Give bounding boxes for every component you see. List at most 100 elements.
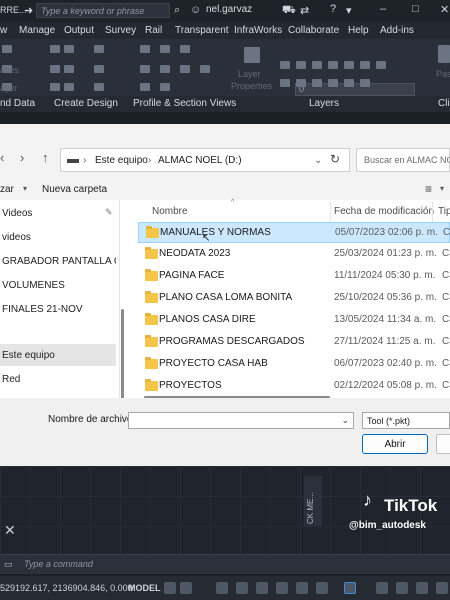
ribbon-tool-icon[interactable] bbox=[344, 79, 354, 87]
menu-item-survey[interactable]: Survey bbox=[105, 25, 136, 36]
cancel-button[interactable] bbox=[436, 434, 450, 454]
open-button[interactable]: Abrir bbox=[362, 434, 428, 454]
transparency-icon[interactable] bbox=[396, 582, 408, 594]
breadcrumb-drive[interactable]: ALMAC NOEL (D:) bbox=[158, 155, 242, 166]
file-row[interactable]: PROYECTOS 02/12/2024 05:08 p. m. Ca bbox=[138, 376, 450, 397]
filetype-select[interactable]: Tool (*.pkt) bbox=[362, 412, 450, 429]
column-header-date[interactable]: Fecha de modificación bbox=[334, 206, 434, 217]
ribbon-tool-icon[interactable] bbox=[50, 45, 60, 53]
pin-icon[interactable]: ✎ bbox=[105, 207, 113, 218]
ribbon-tool-icon[interactable] bbox=[64, 83, 74, 91]
ribbon-tool-icon[interactable] bbox=[140, 65, 150, 73]
close-window-icon[interactable]: ✕ bbox=[440, 3, 449, 16]
ribbon-tool-icon[interactable] bbox=[312, 61, 322, 69]
menu-item-partial[interactable]: w bbox=[0, 25, 7, 36]
ribbon-tool-icon[interactable] bbox=[280, 79, 290, 87]
command-input[interactable]: Type a command bbox=[24, 559, 93, 569]
snap-icon[interactable] bbox=[180, 582, 192, 594]
ribbon-tool-icon[interactable] bbox=[328, 79, 338, 87]
column-header-type[interactable]: Tip bbox=[438, 206, 450, 217]
select-cycle-icon[interactable] bbox=[344, 582, 356, 594]
ribbon-tool-icon[interactable] bbox=[344, 61, 354, 69]
ribbon-tool-icon[interactable] bbox=[360, 79, 370, 87]
layer-properties-icon[interactable] bbox=[244, 47, 260, 63]
sidebar-item-videos[interactable]: Videos ✎ bbox=[0, 202, 116, 224]
menu-item-infraworks[interactable]: InfraWorks bbox=[234, 25, 282, 36]
menu-item-transparent[interactable]: Transparent bbox=[175, 25, 229, 36]
sidebar-item-grabador[interactable]: GRABADOR PANTALLA OBS bbox=[0, 250, 116, 272]
ribbon-tool-icon[interactable] bbox=[64, 65, 74, 73]
osnap-icon[interactable] bbox=[276, 582, 288, 594]
ribbon-tool-icon[interactable] bbox=[64, 45, 74, 53]
help-search-input[interactable]: Type a keyword or phrase bbox=[36, 3, 170, 18]
forward-arrow-icon[interactable]: › bbox=[20, 150, 24, 165]
file-row[interactable]: PROYECTO CASA HAB 06/07/2023 02:40 p. m.… bbox=[138, 354, 450, 375]
column-divider[interactable] bbox=[330, 202, 331, 224]
panel-title-clipboard[interactable]: Cli bbox=[438, 98, 450, 109]
ribbon-tool-icon[interactable] bbox=[200, 65, 210, 73]
arrow-right-icon[interactable]: ➜ bbox=[24, 4, 33, 17]
filename-input[interactable]: ⌄ bbox=[128, 412, 354, 429]
sidebar-scrollbar[interactable] bbox=[121, 309, 124, 399]
sidebar-item-network[interactable]: Red bbox=[0, 368, 116, 390]
sidebar-item-videos-folder[interactable]: videos bbox=[0, 226, 116, 248]
ribbon-tool-icon[interactable] bbox=[94, 65, 104, 73]
ribbon-tool-icon[interactable] bbox=[180, 65, 190, 73]
cart-icon[interactable]: ⛟ bbox=[282, 4, 296, 18]
organize-dropdown-icon[interactable]: ▾ bbox=[23, 184, 27, 193]
ribbon-tool-icon[interactable] bbox=[160, 83, 170, 91]
paste-icon[interactable] bbox=[438, 45, 450, 63]
menu-item-help[interactable]: Help bbox=[348, 25, 369, 36]
file-row[interactable]: PLANOS CASA DIRE 13/05/2024 11:34 a. m. … bbox=[138, 310, 450, 331]
sidebar-item-this-pc[interactable]: Este equipo bbox=[0, 344, 116, 366]
ribbon-tool-icon[interactable] bbox=[160, 65, 170, 73]
panel-title-layers[interactable]: Layers bbox=[309, 98, 339, 109]
up-arrow-icon[interactable]: ↑ bbox=[42, 150, 49, 165]
ribbon-tool-icon[interactable] bbox=[160, 45, 170, 53]
menu-item-manage[interactable]: Manage bbox=[19, 25, 55, 36]
ribbon-tool-icon[interactable] bbox=[376, 61, 386, 69]
file-row[interactable]: MANUALES Y NORMAS 05/07/2023 02:06 p. m.… bbox=[138, 222, 450, 243]
ribbon-tool-icon[interactable] bbox=[296, 79, 306, 87]
maximize-icon[interactable]: □ bbox=[412, 3, 419, 15]
ribbon-tool-icon[interactable] bbox=[2, 45, 12, 53]
ribbon-tool-icon[interactable] bbox=[50, 83, 60, 91]
ribbon-tool-icon[interactable] bbox=[180, 45, 190, 53]
organize-button[interactable]: zar bbox=[0, 184, 14, 195]
menu-item-output[interactable]: Output bbox=[64, 25, 94, 36]
menu-item-collaborate[interactable]: Collaborate bbox=[288, 25, 339, 36]
chevron-down-icon[interactable]: ⌄ bbox=[341, 415, 349, 426]
menu-item-add-ins[interactable]: Add-ins bbox=[380, 25, 414, 36]
ribbon-tool-icon[interactable] bbox=[140, 45, 150, 53]
column-divider[interactable] bbox=[432, 202, 433, 224]
close-icon[interactable]: ✕ bbox=[4, 522, 16, 539]
user-name[interactable]: nel.garvaz bbox=[206, 4, 252, 15]
file-row[interactable]: NEODATA 2023 25/03/2024 01:23 p. m. Ca bbox=[138, 244, 450, 265]
view-dropdown-icon[interactable]: ▾ bbox=[440, 184, 444, 193]
grid-icon[interactable] bbox=[164, 582, 176, 594]
view-options-icon[interactable]: ≡ bbox=[425, 182, 432, 196]
file-row[interactable]: PAGINA FACE 11/11/2024 05:30 p. m. Ca bbox=[138, 266, 450, 287]
dyn-ucs-icon[interactable] bbox=[316, 582, 328, 594]
refresh-icon[interactable]: ↻ bbox=[330, 152, 340, 166]
breadcrumb-this-pc[interactable]: Este equipo bbox=[95, 155, 148, 166]
user-icon[interactable]: ☺ bbox=[190, 4, 201, 16]
polar-icon[interactable] bbox=[236, 582, 248, 594]
ribbon-tool-icon[interactable] bbox=[312, 79, 322, 87]
help-dropdown-icon[interactable]: ▾ bbox=[346, 4, 352, 17]
ribbon-tool-icon[interactable] bbox=[94, 45, 104, 53]
panel-title-data[interactable]: nd Data bbox=[0, 98, 35, 109]
model-space-button[interactable]: MODEL bbox=[128, 583, 161, 593]
ortho-icon[interactable] bbox=[216, 582, 228, 594]
address-bar[interactable]: › Este equipo › ALMAC NOEL (D:) › ⌄ bbox=[60, 148, 350, 172]
ribbon-tool-icon[interactable] bbox=[50, 65, 60, 73]
ribbon-tool-icon[interactable] bbox=[360, 61, 370, 69]
folder-search-input[interactable]: Buscar en ALMAC NOEL (D:) bbox=[356, 148, 450, 172]
ribbon-tool-icon[interactable] bbox=[280, 61, 290, 69]
column-header-name[interactable]: Nombre bbox=[152, 206, 188, 217]
ribbon-tool-icon[interactable] bbox=[296, 61, 306, 69]
help-icon[interactable]: ? bbox=[330, 3, 336, 15]
drawing-canvas[interactable]: CK ME... ♪ TikTok @bim_autodesk ✕ bbox=[0, 466, 450, 554]
menu-item-rail[interactable]: Rail bbox=[145, 25, 162, 36]
sidebar-item-finales[interactable]: FINALES 21-NOV bbox=[0, 298, 116, 320]
